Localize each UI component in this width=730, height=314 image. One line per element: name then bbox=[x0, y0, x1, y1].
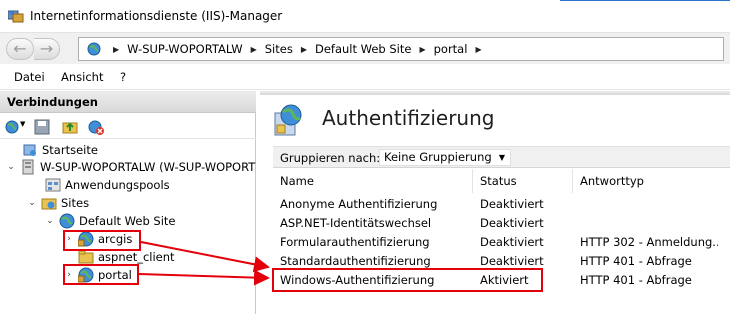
window-title: Internetinformationsdienste (IIS)-Manage… bbox=[30, 9, 283, 23]
menu-view[interactable]: Ansicht bbox=[61, 70, 103, 84]
tree-item-default-web-site[interactable]: ⌄ Default Web Site bbox=[45, 212, 175, 230]
tree-item-label: Default Web Site bbox=[79, 214, 176, 228]
tree-item-label: Anwendungspools bbox=[65, 178, 170, 192]
row-response: HTTP 401 - Abfrage bbox=[580, 254, 692, 268]
breadcrumb-default-web-site[interactable]: Default Web Site bbox=[315, 42, 411, 56]
tree-item-sites[interactable]: ⌄ Sites bbox=[27, 194, 89, 212]
breadcrumb-sites[interactable]: Sites bbox=[265, 42, 293, 56]
breadcrumb-portal[interactable]: portal bbox=[434, 42, 468, 56]
expand-toggle-icon[interactable]: ⌄ bbox=[27, 198, 37, 208]
menu-bar: Datei Ansicht ? bbox=[0, 64, 730, 90]
server-icon bbox=[22, 159, 34, 175]
connections-header: Verbindungen bbox=[0, 91, 256, 113]
tree-item-arcgis[interactable]: › arcgis bbox=[64, 230, 132, 248]
tree-item-label: portal bbox=[98, 268, 132, 282]
row-status: Aktiviert bbox=[480, 273, 529, 287]
up-folder-icon[interactable] bbox=[62, 119, 78, 135]
tree-item-aspnet-client[interactable]: aspnet_client bbox=[78, 248, 175, 266]
iis-manager-icon bbox=[8, 10, 24, 23]
app-pools-icon bbox=[45, 178, 61, 192]
breadcrumb-separator-icon[interactable]: ▶ bbox=[475, 45, 481, 54]
breadcrumb-separator-icon[interactable]: ▶ bbox=[251, 45, 257, 54]
group-by-bar: Gruppieren nach: Keine Gruppierung ▼ bbox=[273, 146, 730, 168]
breadcrumb-separator-icon[interactable]: ▶ bbox=[419, 45, 425, 54]
globe-icon bbox=[59, 213, 75, 229]
breadcrumb[interactable]: ▶ W-SUP-WOPORTALW ▶ Sites ▶ Default Web … bbox=[78, 37, 724, 61]
connections-pane: Verbindungen ▼ Startseite ⌄ W-SUP-WOPORT… bbox=[0, 91, 256, 314]
collapse-toggle-icon[interactable]: › bbox=[64, 270, 74, 280]
column-header-name[interactable]: Name bbox=[273, 169, 473, 193]
back-arrow-icon: ← bbox=[13, 39, 27, 58]
group-by-value: Keine Gruppierung bbox=[384, 150, 492, 164]
table-row[interactable]: ASP.NET-Identitätswechsel Deaktiviert bbox=[273, 214, 730, 233]
tree-item-label: arcgis bbox=[98, 232, 133, 246]
tree-item-start-page[interactable]: Startseite bbox=[22, 141, 98, 159]
folder-icon bbox=[78, 250, 94, 264]
expand-toggle-icon[interactable]: ⌄ bbox=[6, 162, 16, 172]
row-response: HTTP 302 - Anmeldung... bbox=[580, 235, 718, 249]
tree-item-label: W-SUP-WOPORTALW (W-SUP-WOPORT bbox=[40, 160, 256, 174]
row-status: Deaktiviert bbox=[480, 197, 544, 211]
address-bar: ← → ▶ W-SUP-WOPORTALW ▶ Sites ▶ Default … bbox=[0, 32, 730, 64]
page-title: Authentifizierung bbox=[322, 106, 495, 130]
breadcrumb-separator-icon: ▶ bbox=[113, 44, 120, 54]
chevron-down-icon: ▼ bbox=[498, 153, 505, 162]
row-status: Deaktiviert bbox=[480, 216, 544, 230]
menu-help[interactable]: ? bbox=[120, 70, 126, 84]
authentication-icon bbox=[274, 104, 302, 136]
tree-item-server[interactable]: ⌄ W-SUP-WOPORTALW (W-SUP-WOPORT bbox=[6, 158, 255, 176]
table-row[interactable]: Standardauthentifizierung Deaktiviert HT… bbox=[273, 252, 730, 271]
sites-folder-icon bbox=[41, 198, 57, 210]
row-response bbox=[573, 195, 718, 214]
connections-title: Verbindungen bbox=[7, 95, 98, 109]
pane-header-strip bbox=[260, 91, 730, 95]
group-by-select[interactable]: Keine Gruppierung ▼ bbox=[379, 149, 511, 166]
back-button[interactable]: ← bbox=[6, 38, 34, 60]
start-page-icon bbox=[23, 144, 36, 156]
dropdown-icon[interactable]: ▼ bbox=[20, 120, 25, 128]
table-row[interactable]: Windows-Authentifizierung Aktiviert HTTP… bbox=[273, 271, 730, 290]
forward-arrow-icon: → bbox=[39, 39, 54, 58]
title-bar: Internetinformationsdienste (IIS)-Manage… bbox=[0, 0, 730, 32]
save-icon[interactable] bbox=[34, 119, 50, 135]
tree-item-label: Startseite bbox=[42, 143, 98, 157]
column-header-status[interactable]: Status bbox=[473, 169, 573, 193]
table-row[interactable]: Formularauthentifizierung Deaktiviert HT… bbox=[273, 233, 730, 252]
feature-pane: Authentifizierung Gruppieren nach: Keine… bbox=[260, 91, 730, 314]
disconnect-icon[interactable] bbox=[88, 119, 104, 135]
row-name: Anonyme Authentifizierung bbox=[280, 197, 438, 211]
row-name: Formularauthentifizierung bbox=[280, 235, 430, 249]
tree-item-app-pools[interactable]: Anwendungspools bbox=[45, 176, 170, 194]
window-accent-line bbox=[560, 0, 730, 1]
breadcrumb-server[interactable]: W-SUP-WOPORTALW bbox=[127, 42, 242, 56]
row-response: HTTP 401 - Abfrage bbox=[580, 273, 692, 287]
tree-item-portal[interactable]: › portal bbox=[64, 266, 132, 284]
row-name: Windows-Authentifizierung bbox=[280, 273, 435, 287]
connect-globe-icon[interactable] bbox=[5, 119, 21, 135]
menu-file[interactable]: Datei bbox=[14, 70, 45, 84]
expand-toggle-icon[interactable]: ⌄ bbox=[45, 216, 55, 226]
application-globe-icon bbox=[78, 231, 94, 247]
forward-button[interactable]: → bbox=[34, 38, 60, 60]
application-globe-icon bbox=[78, 267, 94, 283]
row-name: Standardauthentifizierung bbox=[280, 254, 431, 268]
group-by-label: Gruppieren nach: bbox=[280, 151, 381, 165]
row-name: ASP.NET-Identitätswechsel bbox=[280, 216, 432, 230]
collapse-toggle-icon[interactable]: › bbox=[64, 234, 74, 244]
tree-item-label: Sites bbox=[61, 196, 90, 210]
table-row[interactable]: Anonyme Authentifizierung Deaktiviert bbox=[273, 195, 730, 214]
connections-toolbar: ▼ bbox=[0, 113, 256, 139]
tree-item-label: aspnet_client bbox=[98, 250, 175, 264]
breadcrumb-separator-icon[interactable]: ▶ bbox=[301, 45, 307, 54]
row-status: Deaktiviert bbox=[480, 235, 544, 249]
row-status: Deaktiviert bbox=[480, 254, 544, 268]
row-response bbox=[573, 214, 718, 233]
column-header-response[interactable]: Antworttyp bbox=[573, 169, 730, 193]
globe-icon bbox=[87, 42, 101, 56]
